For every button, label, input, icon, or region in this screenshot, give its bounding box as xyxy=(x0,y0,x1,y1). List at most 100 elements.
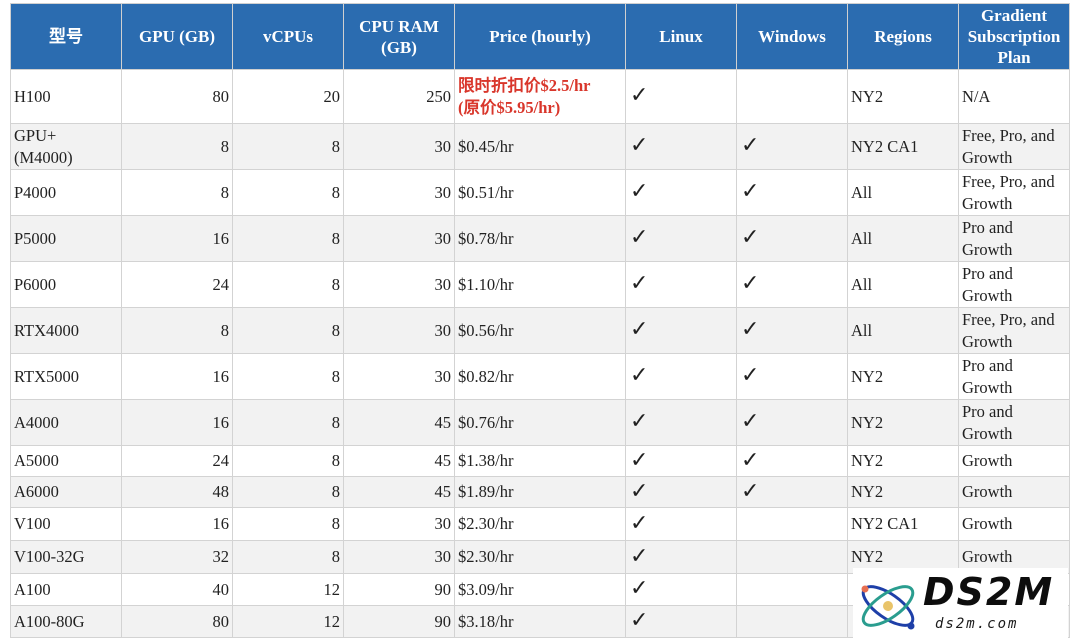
vcpus-cell: 8 xyxy=(232,261,344,308)
linux-cell: ✓ xyxy=(625,540,737,574)
model-cell: V100 xyxy=(10,507,122,541)
price-cell: $0.78/hr xyxy=(454,215,626,262)
regions-cell: All xyxy=(847,261,959,308)
vcpus-cell: 12 xyxy=(232,605,344,638)
table-row: RTX4000 8 8 30 $0.56/hr ✓ ✓ All Free, Pro, and G… xyxy=(10,307,1070,354)
price-cell: $3.09/hr xyxy=(454,573,626,606)
cpu-ram-cell: 30 xyxy=(343,261,455,308)
regions-cell: NY2 CA1 xyxy=(847,507,959,541)
windows-cell xyxy=(736,540,848,574)
header-vcpus: vCPUs xyxy=(232,3,344,70)
price-cell: $0.56/hr xyxy=(454,307,626,354)
cpu-ram-cell: 30 xyxy=(343,540,455,574)
table-body: H100 80 20 250 限时折扣价$2.5/hr (原价$5.95/hr) ✓ NY2 N… xyxy=(10,69,1070,638)
plan-cell: Pro and Growth xyxy=(958,261,1070,308)
check-icon: ✓ xyxy=(630,509,649,535)
price-cell: $0.51/hr xyxy=(454,169,626,216)
windows-cell: ✓ xyxy=(736,123,848,170)
ds2m-watermark: DS2M ds2m.com xyxy=(853,568,1068,642)
price-cell: $1.10/hr xyxy=(454,261,626,308)
plan-cell: Pro and Growth xyxy=(958,215,1070,262)
windows-cell xyxy=(736,573,848,606)
gpu-cell: 24 xyxy=(121,445,233,477)
gpu-cell: 48 xyxy=(121,476,233,508)
linux-cell: ✓ xyxy=(625,476,737,508)
cpu-ram-cell: 45 xyxy=(343,476,455,508)
header-model: 型号 xyxy=(10,3,122,70)
header-price: Price (hourly) xyxy=(454,3,626,70)
check-icon: ✓ xyxy=(630,224,649,250)
plan-cell: Growth xyxy=(958,445,1070,477)
windows-cell: ✓ xyxy=(736,261,848,308)
plan-cell: Pro and Growth xyxy=(958,353,1070,400)
vcpus-cell: 20 xyxy=(232,69,344,124)
windows-cell: ✓ xyxy=(736,476,848,508)
linux-cell: ✓ xyxy=(625,399,737,446)
gpu-cell: 16 xyxy=(121,353,233,400)
cpu-ram-cell: 30 xyxy=(343,169,455,216)
table-row: P4000 8 8 30 $0.51/hr ✓ ✓ All Free, Pro, and Gro… xyxy=(10,169,1070,216)
check-icon: ✓ xyxy=(630,270,649,296)
check-icon: ✓ xyxy=(630,607,649,633)
promo-price-text: (原价$5.95/hr) xyxy=(458,97,561,117)
cpu-ram-cell: 30 xyxy=(343,507,455,541)
table-row: A6000 48 8 45 $1.89/hr ✓ ✓ NY2 Growth xyxy=(10,476,1070,508)
regions-cell: NY2 CA1 xyxy=(847,123,959,170)
model-cell: P6000 xyxy=(10,261,122,308)
check-icon: ✓ xyxy=(630,316,649,342)
cpu-ram-cell: 90 xyxy=(343,573,455,606)
windows-cell: ✓ xyxy=(736,169,848,216)
table-row: V100 16 8 30 $2.30/hr ✓ NY2 CA1 Growth xyxy=(10,507,1070,541)
linux-cell: ✓ xyxy=(625,573,737,606)
gpu-cell: 8 xyxy=(121,169,233,216)
price-cell: $1.38/hr xyxy=(454,445,626,477)
regions-cell: NY2 xyxy=(847,399,959,446)
vcpus-cell: 8 xyxy=(232,215,344,262)
price-cell: $0.45/hr xyxy=(454,123,626,170)
gpu-cell: 8 xyxy=(121,307,233,354)
table-row: P5000 16 8 30 $0.78/hr ✓ ✓ All Pro and Growth xyxy=(10,215,1070,262)
vcpus-cell: 8 xyxy=(232,353,344,400)
regions-cell: NY2 xyxy=(847,69,959,124)
linux-cell: ✓ xyxy=(625,445,737,477)
plan-cell: Free, Pro, and Growth xyxy=(958,169,1070,216)
plan-cell: N/A xyxy=(958,69,1070,124)
linux-cell: ✓ xyxy=(625,307,737,354)
model-cell: P5000 xyxy=(10,215,122,262)
cpu-ram-cell: 30 xyxy=(343,215,455,262)
model-cell: GPU+ (M4000) xyxy=(10,123,122,170)
regions-cell: NY2 xyxy=(847,476,959,508)
plan-cell: Free, Pro, and Growth xyxy=(958,123,1070,170)
check-icon: ✓ xyxy=(630,446,649,472)
price-cell: 限时折扣价$2.5/hr (原价$5.95/hr) xyxy=(454,69,626,124)
model-cell: A4000 xyxy=(10,399,122,446)
gpu-cell: 16 xyxy=(121,215,233,262)
check-icon: ✓ xyxy=(630,408,649,434)
check-icon: ✓ xyxy=(630,178,649,204)
cpu-ram-cell: 90 xyxy=(343,605,455,638)
gpu-cell: 16 xyxy=(121,399,233,446)
model-cell: A100 xyxy=(10,573,122,606)
model-cell: V100-32G xyxy=(10,540,122,574)
model-cell: RTX5000 xyxy=(10,353,122,400)
linux-cell: ✓ xyxy=(625,353,737,400)
check-icon: ✓ xyxy=(741,132,760,158)
regions-cell: NY2 xyxy=(847,445,959,477)
windows-cell: ✓ xyxy=(736,215,848,262)
price-cell: $3.18/hr xyxy=(454,605,626,638)
header-gpu: GPU (GB) xyxy=(121,3,233,70)
cpu-ram-cell: 30 xyxy=(343,353,455,400)
check-icon: ✓ xyxy=(741,477,760,503)
promo-price-text: 限时折扣价$2.5/hr xyxy=(458,76,591,95)
gpu-cell: 8 xyxy=(121,123,233,170)
table-row: RTX5000 16 8 30 $0.82/hr ✓ ✓ NY2 Pro and Growth xyxy=(10,353,1070,400)
price-cell: $0.76/hr xyxy=(454,399,626,446)
price-cell: $2.30/hr xyxy=(454,507,626,541)
model-cell: RTX4000 xyxy=(10,307,122,354)
header-windows: Windows xyxy=(736,3,848,70)
gpu-cell: 24 xyxy=(121,261,233,308)
gpu-cell: 80 xyxy=(121,605,233,638)
check-icon: ✓ xyxy=(741,408,760,434)
plan-cell: Free, Pro, and Growth xyxy=(958,307,1070,354)
check-icon: ✓ xyxy=(741,316,760,342)
